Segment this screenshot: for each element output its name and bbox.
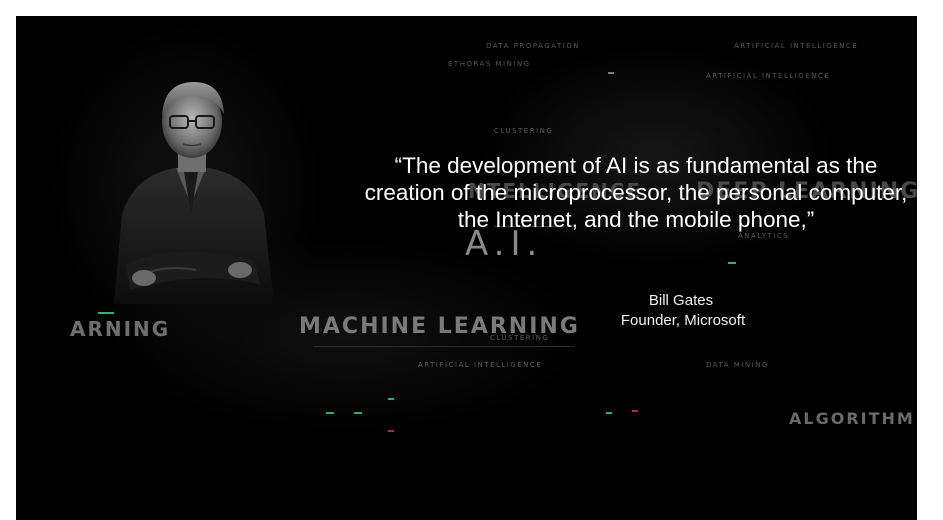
bg-label-ethoras-mining: ETHORAS MINING	[448, 60, 531, 68]
bg-word-learning: ARNING	[70, 317, 171, 341]
accent-tick	[326, 412, 334, 414]
quote-slide: ARNING MACHINE LEARNING NTELLIGENCE DEEP…	[16, 16, 917, 520]
accent-tick	[608, 72, 614, 74]
bg-word-algorithm: ALGORITHM	[789, 409, 915, 428]
accent-tick	[606, 412, 612, 414]
accent-tick	[388, 430, 394, 432]
quote-text: “The development of AI is as fundamental…	[364, 153, 908, 232]
accent-tick	[388, 398, 394, 400]
bg-label-analytics: ANALYTICS	[738, 232, 790, 240]
accent-tick	[98, 312, 114, 314]
bg-label-data-mining: DATA MINING	[706, 361, 769, 369]
bg-label-clustering-bottom: CLUSTERING	[490, 334, 550, 342]
accent-tick	[354, 412, 362, 414]
accent-tick	[728, 262, 736, 264]
accent-tick	[632, 410, 638, 412]
bg-label-clustering-top: CLUSTERING	[494, 127, 554, 135]
bg-label-ai-mid: ARTIFICIAL INTELLIGENCE	[706, 72, 831, 80]
bg-label-ai-bottom: ARTIFICIAL INTELLIGENCE	[418, 361, 543, 369]
quote-author: Bill Gates	[648, 292, 714, 309]
divider-line	[314, 346, 574, 347]
bg-label-data-propagation: DATA PROPAGATION	[486, 42, 581, 50]
portrait-photo	[114, 82, 274, 304]
quote-author-role: Founder, Microsoft	[620, 312, 746, 329]
bg-label-ai-top: ARTIFICIAL INTELLIGENCE	[734, 42, 859, 50]
